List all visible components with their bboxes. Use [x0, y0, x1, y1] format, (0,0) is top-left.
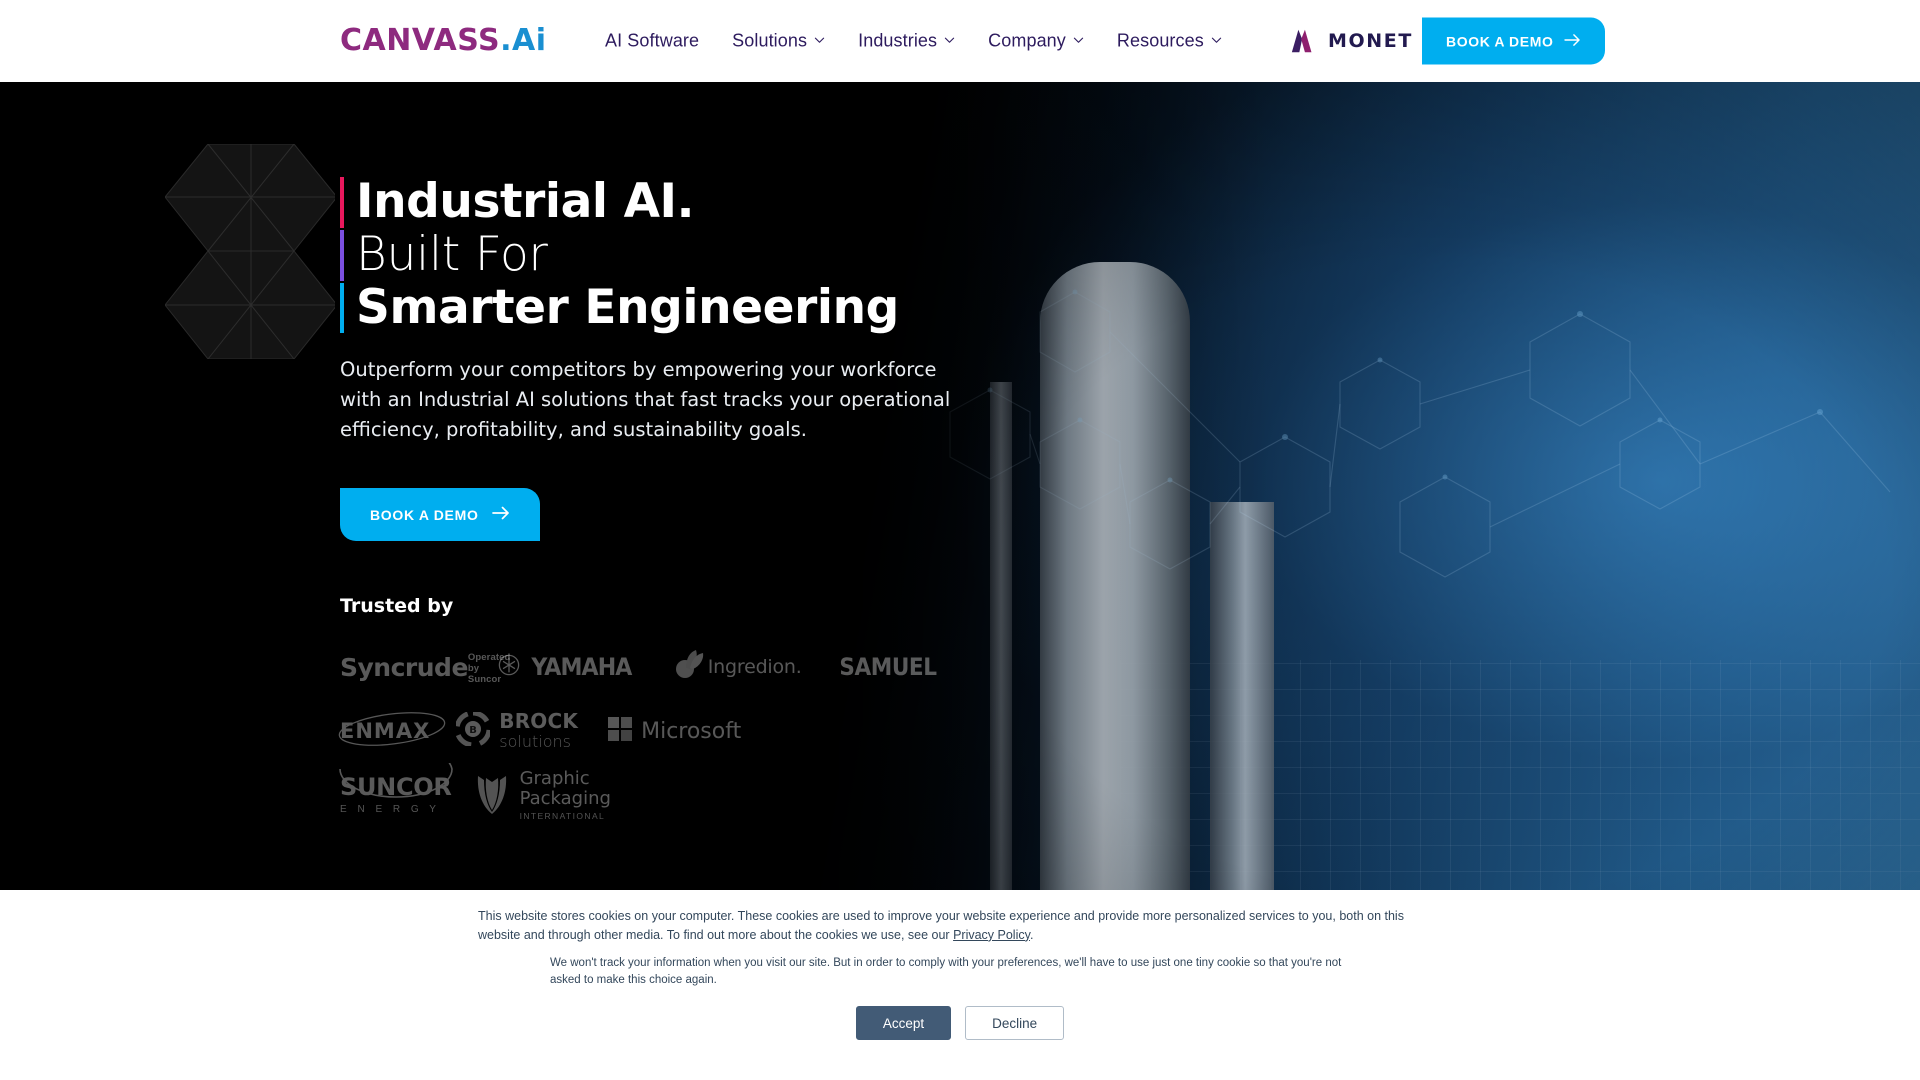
- monet-mark-icon: [1290, 29, 1318, 53]
- logo-suncor-name: SUNCOR: [340, 773, 452, 802]
- graphic-packaging-leaf-icon: [474, 772, 510, 819]
- headline-row-1: Industrial AI.: [340, 174, 1060, 229]
- book-a-demo-button-hero[interactable]: BOOK A DEMO: [340, 488, 540, 542]
- hexagon-decoration-icon: [165, 144, 335, 359]
- brock-circle-icon: B: [454, 710, 492, 751]
- logo-yamaha: YAMAHA: [498, 653, 636, 681]
- logo-suncor-energy: SUNCOR E N E R G Y: [339, 763, 453, 816]
- logo-enmax: ENMAX: [338, 712, 446, 747]
- page-root: CANVASS.Ai AI Software Solutions Industr…: [0, 0, 1920, 1080]
- logo-suncor-sub: E N E R G Y: [340, 804, 440, 816]
- nav-label: AI Software: [605, 30, 700, 51]
- nav-label: Solutions: [732, 30, 808, 51]
- nav-label: Industries: [858, 30, 938, 51]
- headline-line-3: Smarter Engineering: [356, 279, 899, 335]
- chevron-down-icon: [1211, 35, 1222, 46]
- cookie-text-a: This website stores cookies on your comp…: [478, 909, 1404, 942]
- logo-enmax-name: ENMAX: [340, 719, 431, 744]
- accent-bar-cyan: [340, 282, 344, 334]
- logo-row-3: SUNCOR E N E R G Y Graphic Packaging INT…: [339, 763, 820, 827]
- book-a-demo-button-header[interactable]: BOOK A DEMO: [1422, 17, 1606, 65]
- main-navigation: AI Software Solutions Industries Company: [605, 31, 1222, 52]
- book-a-demo-label: BOOK A DEMO: [370, 506, 479, 523]
- chevron-down-icon: [814, 35, 825, 46]
- logo-brock-sub: solutions: [499, 731, 571, 751]
- nav-item-ai-software[interactable]: AI Software: [605, 31, 699, 52]
- logo-samuel: SAMUEL: [834, 653, 942, 681]
- logo-syncrude-name: Syncrude: [340, 652, 468, 682]
- trusted-by-label: Trusted by: [340, 595, 454, 618]
- logo-brock-solutions: B BROCK solutions: [454, 708, 579, 752]
- chevron-down-icon: [944, 35, 955, 46]
- site-logo[interactable]: CANVASS.Ai: [340, 26, 547, 56]
- monet-partner-logo[interactable]: MONET: [1290, 29, 1413, 53]
- ingredion-leaf-icon: [672, 649, 708, 685]
- accent-bar-purple: [340, 229, 344, 281]
- logo-samuel-name: SAMUEL: [839, 653, 937, 682]
- book-a-demo-label: BOOK A DEMO: [1446, 33, 1554, 49]
- accent-bar-pink: [340, 177, 344, 228]
- logo-yamaha-name: YAMAHA: [531, 653, 632, 682]
- logo-row-1: Syncrude Operated by Suncor YAMAHA Ingre…: [340, 635, 937, 699]
- nav-label: Company: [988, 30, 1066, 51]
- cookie-paragraph-primary: This website stores cookies on your comp…: [478, 907, 1438, 945]
- headline-row-3: Smarter Engineering: [340, 279, 1060, 335]
- arrow-right-icon: [1564, 33, 1581, 49]
- cookie-button-group: Accept Decline: [0, 1006, 1920, 1040]
- nav-item-industries[interactable]: Industries: [858, 31, 955, 52]
- logo-ingredion: Ingredion.: [672, 649, 802, 685]
- accept-cookies-button[interactable]: Accept: [855, 1006, 952, 1040]
- headline-line-1: Industrial AI.: [356, 174, 695, 229]
- hero-content: Industrial AI. Built For Smarter Enginee…: [338, 174, 1060, 827]
- logo-accent-text: .Ai: [500, 23, 547, 58]
- yamaha-tuning-fork-icon: [498, 654, 520, 681]
- headline-row-2: Built For: [340, 226, 1060, 282]
- svg-text:B: B: [469, 725, 477, 736]
- site-header: CANVASS.Ai AI Software Solutions Industr…: [0, 0, 1920, 82]
- arrow-right-icon: [491, 506, 510, 523]
- logo-ingredion-name: Ingredion.: [707, 656, 802, 679]
- logo-gp-line2: Packaging: [519, 787, 611, 809]
- cookie-consent-banner: This website stores cookies on your comp…: [0, 890, 1920, 1080]
- logo-microsoft-name: Microsoft: [641, 718, 742, 744]
- nav-item-company[interactable]: Company: [988, 31, 1084, 52]
- enmax-swoosh-icon: ENMAX: [338, 712, 446, 747]
- monet-label: MONET: [1328, 30, 1413, 52]
- cookie-text-b: .: [1029, 927, 1034, 942]
- logo-graphic-packaging: Graphic Packaging INTERNATIONAL: [474, 769, 611, 821]
- chevron-down-icon: [1073, 35, 1084, 46]
- hero-paragraph: Outperform your competitors by empowerin…: [340, 358, 951, 441]
- logo-gp-line1: Graphic: [519, 768, 590, 790]
- microsoft-squares-icon: [608, 716, 633, 746]
- logo-primary-text: CANVASS: [340, 23, 501, 58]
- headline-line-2: Built For: [356, 226, 548, 282]
- nav-item-solutions[interactable]: Solutions: [732, 31, 825, 52]
- logo-syncrude: Syncrude Operated by Suncor: [340, 649, 510, 685]
- logo-row-2: ENMAX B BROCK solutions Microsoft: [338, 699, 820, 763]
- logo-brock-name: BROCK: [499, 708, 579, 733]
- logo-microsoft: Microsoft: [608, 716, 742, 746]
- trusted-by-logo-grid: Syncrude Operated by Suncor YAMAHA Ingre…: [338, 635, 937, 827]
- decline-cookies-button[interactable]: Decline: [965, 1006, 1065, 1040]
- logo-gp-line3: INTERNATIONAL: [519, 811, 606, 822]
- nav-item-resources[interactable]: Resources: [1117, 31, 1222, 52]
- nav-label: Resources: [1116, 30, 1204, 51]
- privacy-policy-link[interactable]: Privacy Policy: [953, 928, 1030, 942]
- cookie-paragraph-secondary: We won't track your information when you…: [550, 957, 1342, 987]
